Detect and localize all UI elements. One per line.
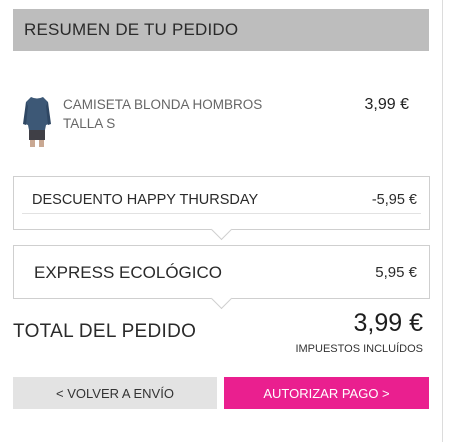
product-thumbnail — [23, 97, 51, 147]
discount-box: DESCUENTO HAPPY THURSDAY -5,95 € — [13, 176, 430, 241]
discount-value: -5,95 € — [371, 192, 417, 208]
panel-divider — [442, 0, 443, 442]
product-price: 3,99 € — [364, 96, 409, 113]
product-size: TALLA S — [63, 116, 116, 131]
tax-note: IMPUESTOS INCLUÍDOS — [295, 343, 423, 355]
discount-divider — [22, 213, 421, 214]
order-total-label: TOTAL DEL PEDIDO — [13, 321, 197, 342]
product-name: CAMISETA BLONDA HOMBROS TALLA S — [63, 95, 323, 133]
back-to-shipping-button[interactable]: < VOLVER A ENVÍO — [13, 377, 217, 409]
shipping-box: EXPRESS ECOLÓGICO 5,95 € — [13, 245, 430, 310]
header-title: RESUMEN DE TU PEDIDO — [24, 20, 239, 39]
authorize-payment-button[interactable]: AUTORIZAR PAGO > — [224, 377, 429, 409]
shipping-cost: 5,95 € — [375, 264, 417, 281]
box-pointer — [210, 218, 233, 241]
product-name-line: CAMISETA BLONDA HOMBROS — [63, 97, 263, 112]
shipping-method-label: EXPRESS ECOLÓGICO — [34, 263, 222, 282]
order-total-value: 3,99 € — [353, 309, 423, 337]
box-pointer — [210, 287, 233, 310]
discount-label: DESCUENTO HAPPY THURSDAY — [32, 192, 259, 208]
order-summary-header: RESUMEN DE TU PEDIDO — [13, 9, 429, 51]
